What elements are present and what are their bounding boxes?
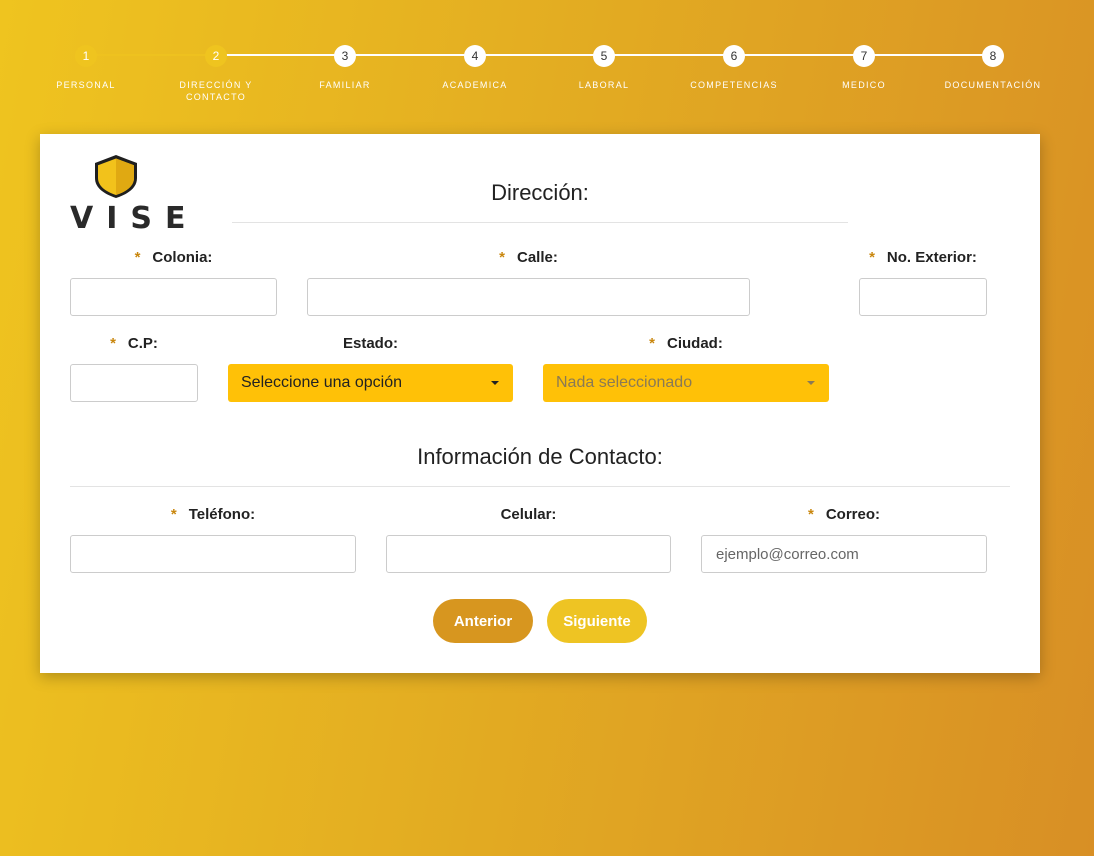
telefono-input[interactable]	[70, 535, 356, 573]
step-number: 3	[334, 45, 356, 67]
step-personal[interactable]: 1 PERSONAL	[21, 45, 151, 91]
correo-input[interactable]	[701, 535, 987, 573]
celular-input[interactable]	[386, 535, 671, 573]
no-exterior-input[interactable]	[859, 278, 987, 316]
celular-label: Celular:	[500, 506, 557, 523]
ciudad-selected-value: Nada seleccionado	[556, 374, 693, 391]
required-mark: *	[499, 249, 505, 266]
step-direccion-contacto[interactable]: 2 DIRECCIÓN Y CONTACTO	[151, 45, 281, 103]
required-mark: *	[110, 335, 116, 352]
chevron-down-icon	[491, 381, 499, 385]
direccion-title: Dirección:	[491, 180, 589, 205]
step-medico[interactable]: 7 MEDICO	[799, 45, 929, 91]
required-mark: *	[869, 249, 875, 266]
logo-text: VISE	[70, 201, 199, 236]
cp-label: * C.P:	[110, 335, 158, 352]
cp-input[interactable]	[70, 364, 198, 402]
step-number: 5	[593, 45, 615, 67]
colonia-label: * Colonia:	[134, 249, 213, 266]
anterior-button[interactable]: Anterior	[433, 599, 533, 643]
step-laboral[interactable]: 5 LABORAL	[539, 45, 669, 91]
step-documentacion[interactable]: 8 DOCUMENTACIÓN	[928, 45, 1058, 91]
direccion-divider	[232, 222, 848, 223]
step-academica[interactable]: 4 ACADEMICA	[410, 45, 540, 91]
colonia-input[interactable]	[70, 278, 277, 316]
step-label: COMPETENCIAS	[690, 80, 778, 90]
ciudad-select[interactable]: Nada seleccionado	[543, 364, 829, 402]
step-label: MEDICO	[842, 80, 886, 90]
progress-steps: 1 PERSONAL 2 DIRECCIÓN Y CONTACTO 3 FAMI…	[0, 0, 1094, 120]
correo-label: * Correo:	[807, 506, 880, 523]
contacto-title: Información de Contacto:	[417, 444, 663, 469]
calle-label: * Calle:	[499, 249, 558, 266]
vise-logo: VISE	[70, 154, 204, 234]
calle-input[interactable]	[307, 278, 750, 316]
step-number: 8	[982, 45, 1004, 67]
chevron-down-icon	[807, 381, 815, 385]
estado-select[interactable]: Seleccione una opción	[228, 364, 513, 402]
contacto-divider	[70, 486, 1010, 487]
step-number: 1	[75, 45, 97, 67]
step-number: 2	[205, 45, 227, 67]
step-label: DOCUMENTACIÓN	[944, 80, 1042, 90]
step-label: ACADEMICA	[442, 80, 508, 90]
required-mark: *	[170, 506, 177, 523]
step-competencias[interactable]: 6 COMPETENCIAS	[669, 45, 799, 91]
required-mark: *	[807, 506, 814, 523]
step-label: DIRECCIÓN Y CONTACTO	[179, 80, 253, 102]
step-number: 6	[723, 45, 745, 67]
step-familiar[interactable]: 3 FAMILIAR	[280, 45, 410, 91]
form-card: VISE Dirección: * Colonia: * Calle: * No. E…	[40, 134, 1040, 673]
step-label: LABORAL	[578, 80, 630, 90]
siguiente-button[interactable]: Siguiente	[547, 599, 647, 643]
step-label: PERSONAL	[56, 80, 116, 90]
step-number: 4	[464, 45, 486, 67]
estado-label: Estado:	[342, 335, 398, 352]
telefono-label: * Teléfono:	[170, 506, 256, 523]
ciudad-label: * Ciudad:	[649, 335, 723, 352]
step-label: FAMILIAR	[319, 80, 371, 90]
no-exterior-label: * No. Exterior:	[869, 249, 977, 266]
required-mark: *	[649, 335, 655, 352]
estado-selected-value: Seleccione una opción	[241, 374, 403, 391]
step-number: 7	[853, 45, 875, 67]
required-mark: *	[134, 249, 141, 266]
shield-icon	[95, 155, 137, 198]
